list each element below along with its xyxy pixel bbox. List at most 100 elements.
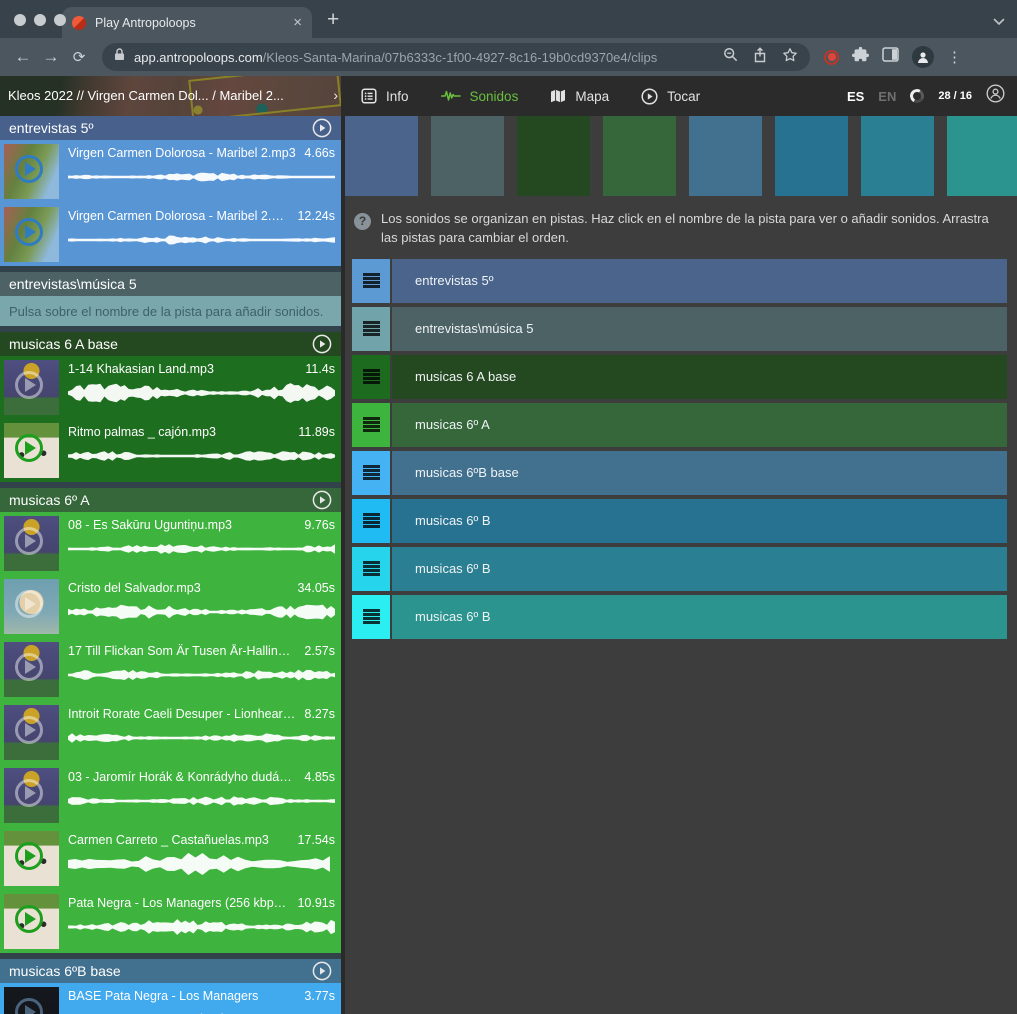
track-swatch[interactable] bbox=[689, 116, 762, 196]
clip-item[interactable]: Pata Negra - Los Managers (256 kbps).mp3… bbox=[0, 890, 341, 953]
clip-waveform[interactable] bbox=[68, 849, 335, 879]
track-drag-handle[interactable] bbox=[352, 307, 390, 351]
clip-name[interactable]: 1-14 Khakasian Land.mp3 bbox=[68, 362, 214, 376]
track-swatch[interactable] bbox=[603, 116, 676, 196]
tab-close-icon[interactable]: × bbox=[293, 15, 302, 30]
breadcrumb-chevron-icon[interactable]: › bbox=[333, 87, 338, 103]
clip-name[interactable]: Virgen Carmen Dolorosa - Maribel 2.mp3 bbox=[68, 209, 289, 223]
track-swatch[interactable] bbox=[947, 116, 1017, 196]
clip-thumbnail[interactable] bbox=[4, 831, 59, 886]
clip-item[interactable]: Virgen Carmen Dolorosa - Maribel 2.mp34.… bbox=[0, 140, 341, 203]
section-header[interactable]: musicas 6 A base bbox=[0, 332, 341, 356]
tab-tocar[interactable]: Tocar bbox=[641, 88, 700, 105]
clip-thumbnail[interactable] bbox=[4, 144, 59, 199]
browser-tab[interactable]: Play Antropoloops × bbox=[62, 7, 312, 38]
clip-waveform[interactable] bbox=[68, 912, 335, 942]
track-drag-handle[interactable] bbox=[352, 355, 390, 399]
clip-item[interactable]: 08 - Es Sakūru Uguntiņu.mp39.76s bbox=[0, 512, 341, 575]
tab-mapa[interactable]: Mapa bbox=[550, 89, 609, 104]
new-tab-button[interactable]: + bbox=[327, 8, 339, 32]
track-drag-handle[interactable] bbox=[352, 499, 390, 543]
clip-name[interactable]: Carmen Carreto _ Castañuelas.mp3 bbox=[68, 833, 269, 847]
clip-name[interactable]: 17 Till Flickan Som Är Tusen År-Halling … bbox=[68, 644, 296, 658]
breadcrumb-map-strip[interactable]: Kleos 2022 // Virgen Carmen Dol... / Mar… bbox=[0, 76, 341, 116]
track-row-name-button[interactable]: musicas 6º A bbox=[392, 403, 1007, 447]
clip-thumbnail[interactable] bbox=[4, 579, 59, 634]
account-icon[interactable] bbox=[986, 84, 1005, 108]
clip-name[interactable]: Introit Rorate Caeli Desuper - Lionheart… bbox=[68, 707, 296, 721]
clip-item[interactable]: Carmen Carreto _ Castañuelas.mp317.54s bbox=[0, 827, 341, 890]
lang-en-button[interactable]: EN bbox=[878, 89, 896, 104]
empty-track-message[interactable]: Pulsa sobre el nombre de la pista para a… bbox=[0, 296, 341, 326]
track-drag-handle[interactable] bbox=[352, 403, 390, 447]
clip-thumbnail[interactable] bbox=[4, 360, 59, 415]
track-row-name-button[interactable]: musicas 6º B bbox=[392, 499, 1007, 543]
clip-waveform[interactable] bbox=[68, 597, 335, 627]
clip-name[interactable]: Cristo del Salvador.mp3 bbox=[68, 581, 201, 595]
track-swatch[interactable] bbox=[431, 116, 504, 196]
reload-button[interactable]: ⟳ bbox=[66, 48, 92, 66]
clip-name[interactable]: Virgen Carmen Dolorosa - Maribel 2.mp3 bbox=[68, 146, 296, 160]
bookmark-star-icon[interactable] bbox=[782, 47, 798, 68]
track-row-name-button[interactable]: entrevistas\música 5 bbox=[392, 307, 1007, 351]
clip-item[interactable]: BASE Pata Negra - Los Managers3.77s bbox=[0, 983, 341, 1014]
clip-waveform[interactable] bbox=[68, 534, 335, 564]
section-header[interactable]: musicas 6ºB base bbox=[0, 959, 341, 983]
clip-item[interactable]: 03 - Jaromír Horák & Konrádyho dudácká .… bbox=[0, 764, 341, 827]
clip-name[interactable]: BASE Pata Negra - Los Managers bbox=[68, 989, 258, 1003]
track-swatch[interactable] bbox=[775, 116, 848, 196]
clip-item[interactable]: Ritmo palmas _ cajón.mp311.89s bbox=[0, 419, 341, 482]
clip-name[interactable]: Pata Negra - Los Managers (256 kbps).mp3 bbox=[68, 896, 289, 910]
clip-waveform[interactable] bbox=[68, 660, 335, 690]
track-swatch[interactable] bbox=[345, 116, 418, 196]
clip-item[interactable]: Cristo del Salvador.mp334.05s bbox=[0, 575, 341, 638]
clip-item[interactable]: 17 Till Flickan Som Är Tusen År-Halling … bbox=[0, 638, 341, 701]
section-header[interactable]: musicas 6º A bbox=[0, 488, 341, 512]
clip-thumbnail[interactable] bbox=[4, 768, 59, 823]
track-swatch[interactable] bbox=[861, 116, 934, 196]
section-play-button[interactable] bbox=[312, 961, 332, 981]
track-row-name-button[interactable]: musicas 6º B bbox=[392, 547, 1007, 591]
clip-thumbnail[interactable] bbox=[4, 516, 59, 571]
section-play-button[interactable] bbox=[312, 334, 332, 354]
track-row-name-button[interactable]: musicas 6º B bbox=[392, 595, 1007, 639]
section-play-button[interactable] bbox=[312, 118, 332, 138]
back-button[interactable]: ← bbox=[10, 47, 36, 67]
track-drag-handle[interactable] bbox=[352, 595, 390, 639]
clip-thumbnail[interactable] bbox=[4, 705, 59, 760]
track-drag-handle[interactable] bbox=[352, 547, 390, 591]
tab-info[interactable]: Info bbox=[361, 88, 409, 104]
clip-thumbnail[interactable] bbox=[4, 987, 59, 1014]
share-icon[interactable] bbox=[753, 47, 767, 68]
extensions-puzzle-icon[interactable] bbox=[852, 46, 869, 68]
track-row-name-button[interactable]: musicas 6ºB base bbox=[392, 451, 1007, 495]
window-minimize-button[interactable] bbox=[34, 14, 46, 26]
clip-waveform[interactable] bbox=[68, 378, 335, 408]
clip-waveform[interactable] bbox=[68, 225, 335, 255]
section-header[interactable]: entrevistas 5º bbox=[0, 116, 341, 140]
clip-item[interactable]: 1-14 Khakasian Land.mp311.4s bbox=[0, 356, 341, 419]
track-drag-handle[interactable] bbox=[352, 451, 390, 495]
clip-waveform[interactable] bbox=[68, 441, 335, 471]
clip-waveform[interactable] bbox=[68, 1005, 335, 1014]
clip-waveform[interactable] bbox=[68, 723, 335, 753]
section-header[interactable]: entrevistas\música 5 bbox=[0, 272, 341, 296]
clip-name[interactable]: 03 - Jaromír Horák & Konrádyho dudácká .… bbox=[68, 770, 296, 784]
window-zoom-button[interactable] bbox=[54, 14, 66, 26]
clip-thumbnail[interactable] bbox=[4, 894, 59, 949]
tab-sonidos[interactable]: Sonidos bbox=[441, 89, 519, 104]
clip-name[interactable]: 08 - Es Sakūru Uguntiņu.mp3 bbox=[68, 518, 232, 532]
clip-thumbnail[interactable] bbox=[4, 207, 59, 262]
window-close-button[interactable] bbox=[14, 14, 26, 26]
clip-name[interactable]: Ritmo palmas _ cajón.mp3 bbox=[68, 425, 216, 439]
track-swatch[interactable] bbox=[517, 116, 590, 196]
clip-thumbnail[interactable] bbox=[4, 423, 59, 478]
track-row-name-button[interactable]: entrevistas 5º bbox=[392, 259, 1007, 303]
section-play-button[interactable] bbox=[312, 490, 332, 510]
forward-button[interactable]: → bbox=[38, 47, 64, 67]
address-bar[interactable]: app.antropoloops.com/Kleos-Santa-Marina/… bbox=[102, 43, 810, 71]
track-row-name-button[interactable]: musicas 6 A base bbox=[392, 355, 1007, 399]
side-panel-icon[interactable] bbox=[882, 47, 899, 67]
record-extension-icon[interactable] bbox=[824, 50, 839, 65]
tab-search-chevron-icon[interactable] bbox=[993, 13, 1005, 31]
